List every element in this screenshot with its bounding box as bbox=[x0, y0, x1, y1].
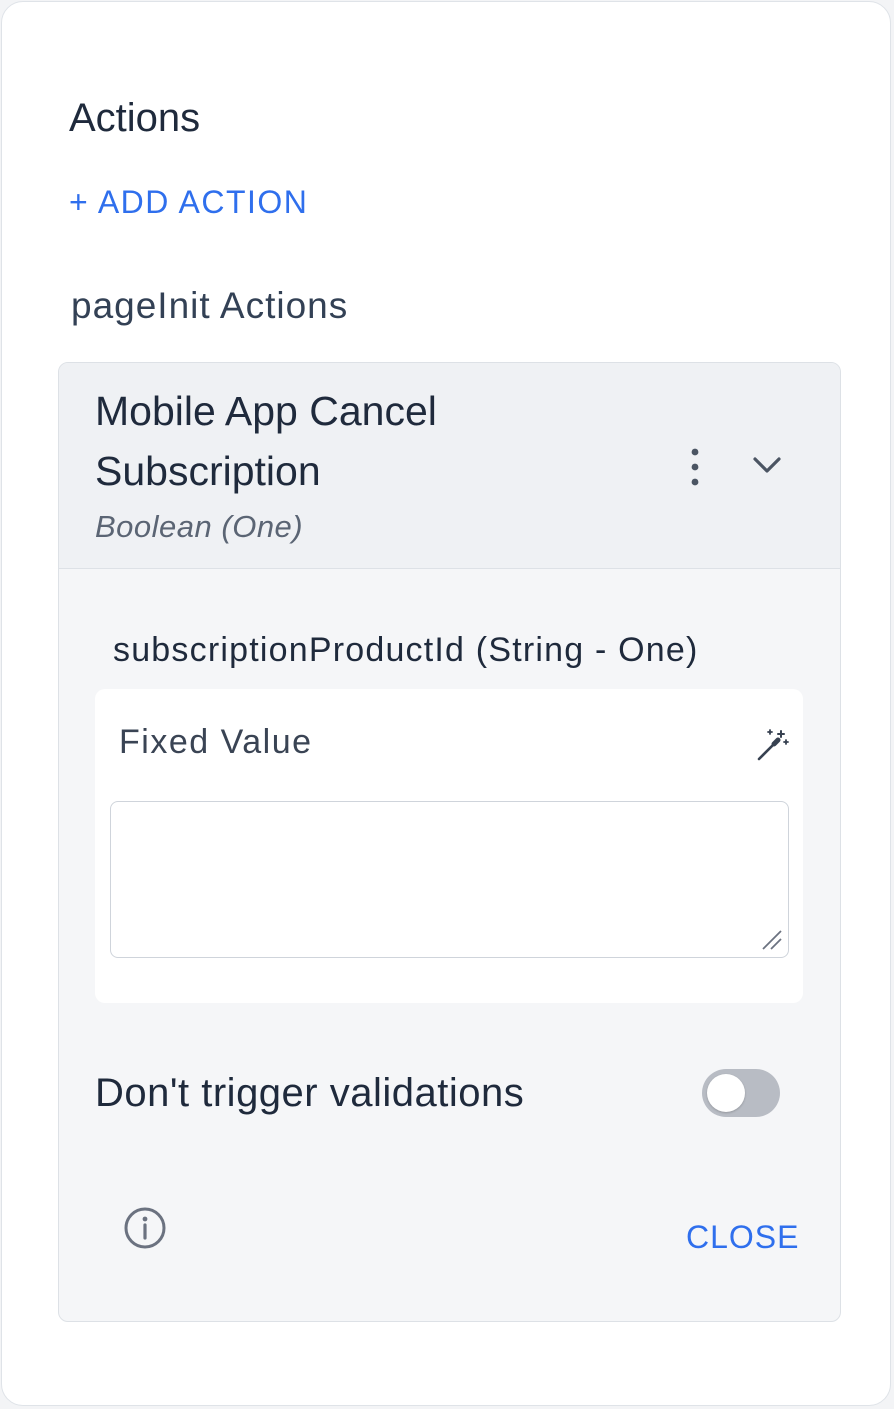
section-title: pageInit Actions bbox=[71, 285, 349, 326]
magic-wand-icon[interactable] bbox=[755, 727, 791, 763]
parameter-label: subscriptionProductId (String - One) bbox=[113, 631, 699, 669]
action-card: Mobile App Cancel Subscription Boolean (… bbox=[58, 362, 841, 1322]
dont-trigger-validations-label: Don't trigger validations bbox=[95, 1071, 525, 1115]
fixed-value-input[interactable] bbox=[110, 801, 789, 958]
action-card-header[interactable]: Mobile App Cancel Subscription Boolean (… bbox=[59, 363, 840, 569]
panel-title: Actions bbox=[69, 96, 201, 140]
resize-handle-icon[interactable] bbox=[759, 927, 783, 951]
parameter-value-box: Fixed Value bbox=[95, 689, 803, 1003]
actions-panel: Actions + ADD ACTION pageInit Actions Mo… bbox=[1, 1, 891, 1406]
close-button[interactable]: CLOSE bbox=[686, 1219, 799, 1256]
value-mode-label: Fixed Value bbox=[119, 723, 313, 761]
info-icon[interactable] bbox=[123, 1206, 167, 1250]
chevron-down-icon[interactable] bbox=[749, 451, 785, 479]
action-title: Mobile App Cancel Subscription bbox=[95, 388, 437, 494]
toggle-knob bbox=[707, 1074, 745, 1112]
dont-trigger-validations-toggle[interactable] bbox=[702, 1069, 780, 1117]
add-action-button[interactable]: + ADD ACTION bbox=[69, 182, 308, 222]
action-return-type: Boolean (One) bbox=[95, 509, 304, 544]
kebab-icon[interactable] bbox=[685, 447, 705, 487]
